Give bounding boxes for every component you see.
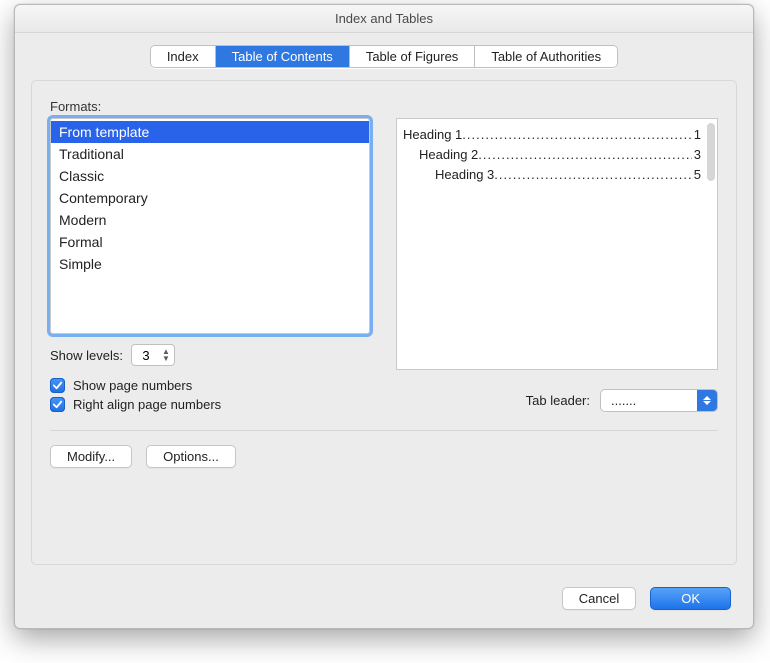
options-button[interactable]: Options... — [146, 445, 236, 468]
dialog-window: Index and Tables IndexTable of ContentsT… — [14, 4, 754, 629]
tab-leader-row: Tab leader: ....... — [396, 389, 718, 412]
col-right: Heading 1 ..............................… — [396, 99, 718, 412]
check-icon — [52, 380, 63, 391]
titlebar: Index and Tables — [15, 5, 753, 33]
tab-table-of-contents[interactable]: Table of Contents — [216, 46, 350, 67]
check-icon — [52, 399, 63, 410]
toc-preview: Heading 1 ..............................… — [396, 118, 718, 370]
bottom-buttons: Modify... Options... — [50, 445, 718, 468]
tabs-row: IndexTable of ContentsTable of FiguresTa… — [15, 45, 753, 68]
modify-button[interactable]: Modify... — [50, 445, 132, 468]
formats-label: Formats: — [50, 99, 370, 114]
tab-leader-label: Tab leader: — [526, 393, 590, 408]
tab-panel: Formats: From templateTraditionalClassic… — [31, 80, 737, 565]
tab-index[interactable]: Index — [151, 46, 216, 67]
tab-table-of-authorities[interactable]: Table of Authorities — [475, 46, 617, 67]
tab-leader-select[interactable]: ....... — [600, 389, 718, 412]
tab-group: IndexTable of ContentsTable of FiguresTa… — [150, 45, 618, 68]
spacer — [396, 99, 718, 118]
preview-inner: Heading 1 ..............................… — [403, 125, 701, 185]
col-left: Formats: From templateTraditionalClassic… — [50, 99, 370, 412]
preview-line: Heading 3 ..............................… — [403, 165, 701, 185]
preview-line: Heading 2 ..............................… — [403, 145, 701, 165]
cancel-button[interactable]: Cancel — [562, 587, 636, 610]
tab-leader-value: ....... — [611, 393, 636, 408]
format-item[interactable]: Simple — [51, 253, 369, 275]
format-item[interactable]: Traditional — [51, 143, 369, 165]
chevron-down-icon[interactable]: ▼ — [162, 355, 170, 362]
format-item[interactable]: Modern — [51, 209, 369, 231]
show-page-numbers-row[interactable]: Show page numbers — [50, 378, 370, 393]
show-levels-input[interactable] — [136, 348, 156, 363]
formats-listbox[interactable]: From templateTraditionalClassicContempor… — [50, 118, 370, 334]
show-levels-label: Show levels: — [50, 348, 123, 363]
divider — [50, 430, 718, 431]
format-item[interactable]: Formal — [51, 231, 369, 253]
show-page-numbers-checkbox[interactable] — [50, 378, 65, 393]
format-item[interactable]: Classic — [51, 165, 369, 187]
stepper-arrows[interactable]: ▲ ▼ — [162, 348, 170, 362]
format-item[interactable]: From template — [51, 121, 369, 143]
right-align-label: Right align page numbers — [73, 397, 221, 412]
tab-table-of-figures[interactable]: Table of Figures — [350, 46, 476, 67]
updown-icon — [697, 390, 717, 411]
show-page-numbers-label: Show page numbers — [73, 378, 192, 393]
format-item[interactable]: Contemporary — [51, 187, 369, 209]
columns: Formats: From templateTraditionalClassic… — [50, 99, 718, 412]
footer: Cancel OK — [15, 579, 753, 628]
ok-button[interactable]: OK — [650, 587, 731, 610]
scrollbar-thumb[interactable] — [707, 123, 715, 181]
show-levels-stepper[interactable]: ▲ ▼ — [131, 344, 175, 366]
right-align-checkbox[interactable] — [50, 397, 65, 412]
show-levels-row: Show levels: ▲ ▼ — [50, 344, 370, 366]
preview-line: Heading 1 ..............................… — [403, 125, 701, 145]
right-align-row[interactable]: Right align page numbers — [50, 397, 370, 412]
